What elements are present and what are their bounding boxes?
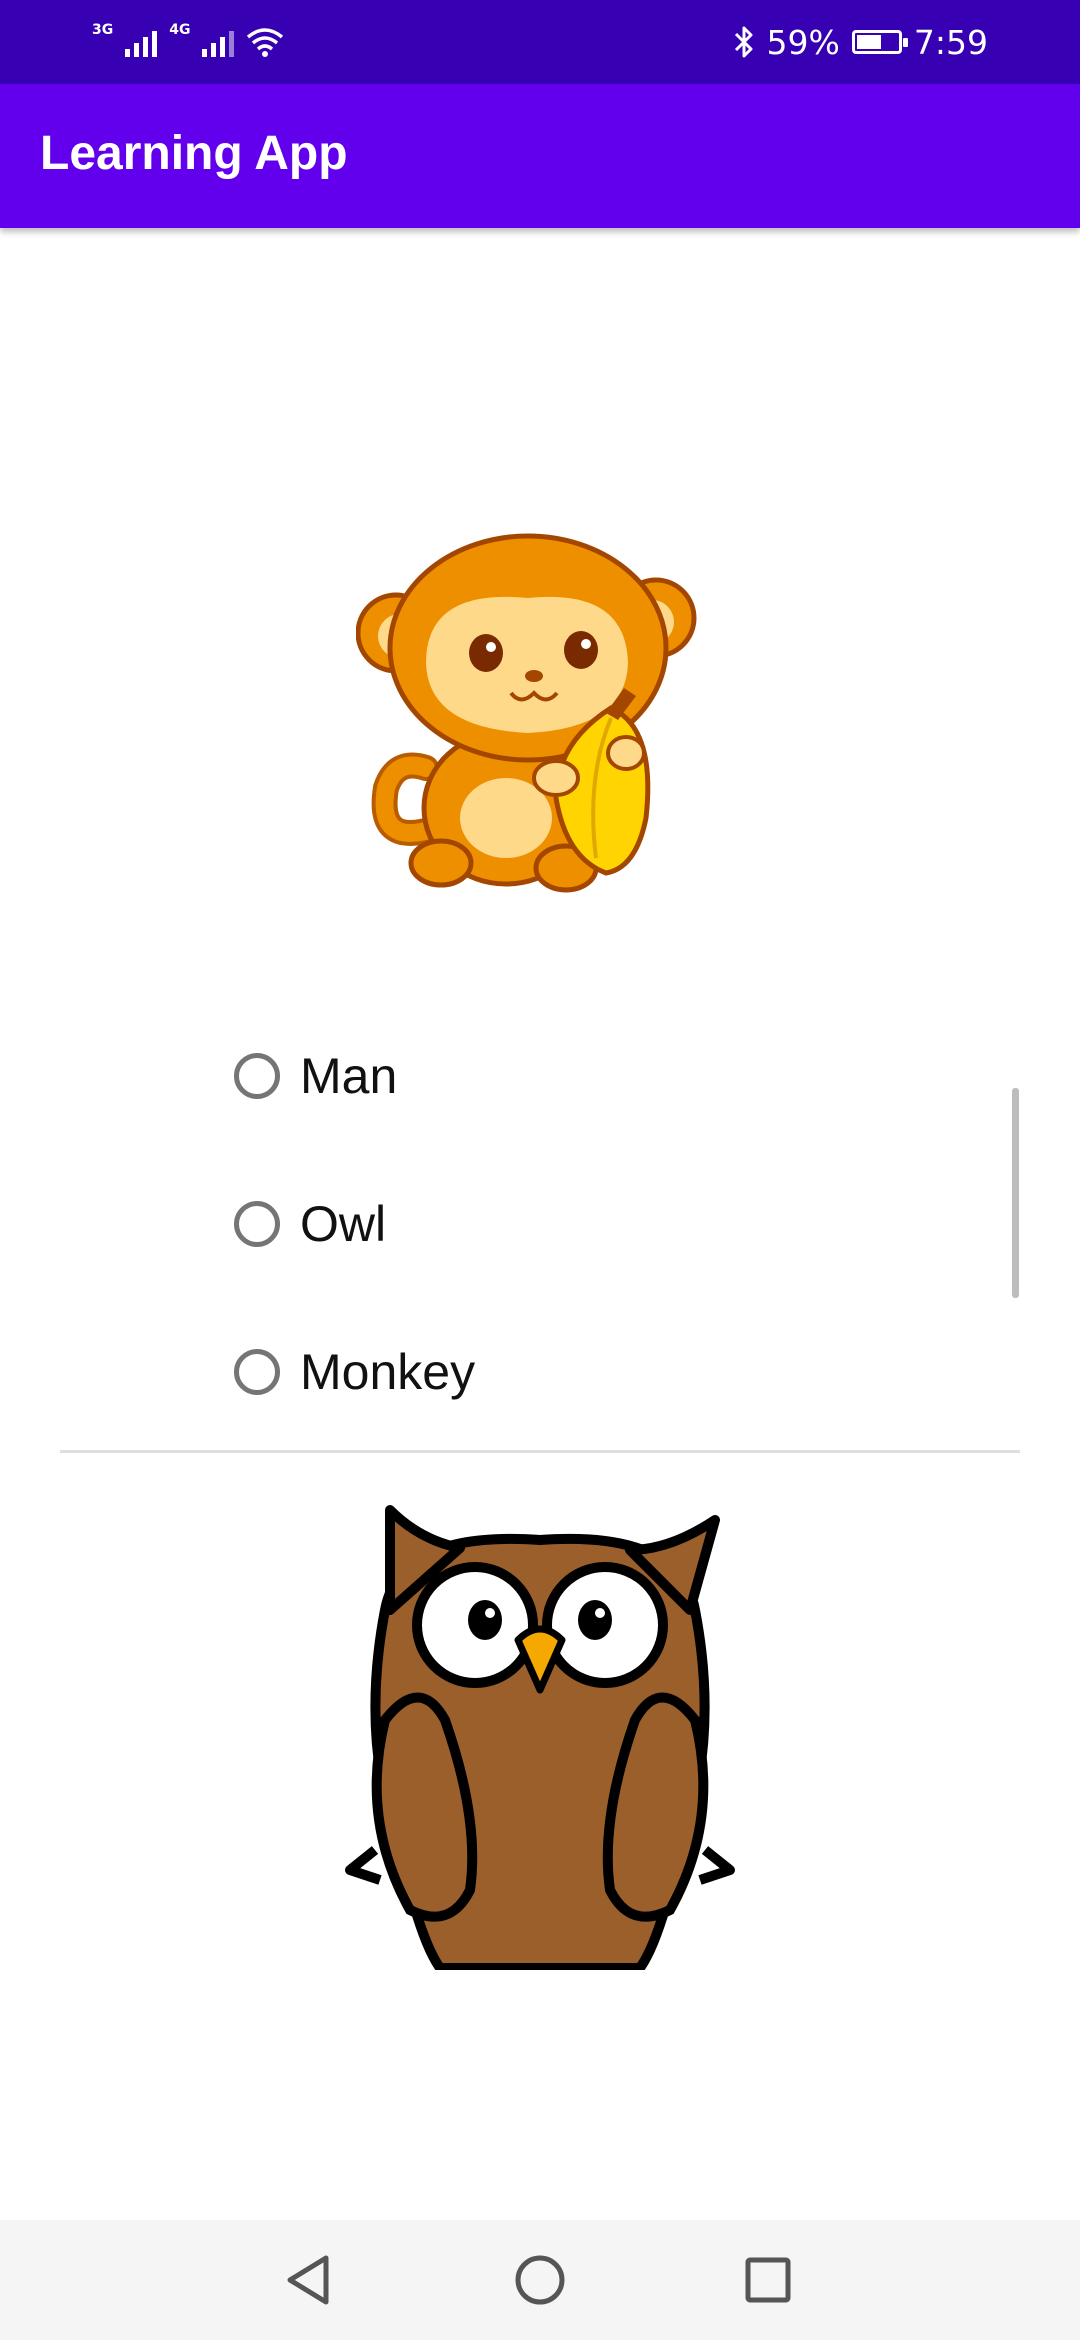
radio-label: Man: [300, 1048, 398, 1104]
bluetooth-icon: [734, 26, 753, 58]
scrollbar[interactable]: [1012, 1088, 1019, 1298]
radio-button[interactable]: [234, 1201, 280, 1247]
battery-level: [856, 35, 881, 49]
network-type-label: 4G: [169, 22, 191, 38]
signal-icon: [202, 27, 235, 57]
signal-icon: [125, 27, 158, 57]
network-type-label: 3G: [92, 22, 114, 38]
radio-label: Monkey: [300, 1344, 476, 1400]
home-button[interactable]: [510, 2250, 570, 2310]
radio-button[interactable]: [234, 1053, 280, 1099]
radio-option-monkey[interactable]: Monkey: [234, 1332, 475, 1412]
home-icon: [515, 2255, 565, 2305]
owl-image: [345, 1505, 735, 1970]
radio-option-owl[interactable]: Owl: [234, 1184, 386, 1264]
status-left: 3G 4G: [92, 20, 284, 64]
radio-option-man[interactable]: Man: [234, 1036, 397, 1116]
app-title: Learning App: [40, 127, 348, 180]
quiz-content[interactable]: Man Owl Monkey: [0, 228, 1080, 2220]
navigation-bar: [0, 2220, 1080, 2340]
back-icon: [287, 2255, 329, 2305]
radio-label: Owl: [300, 1196, 387, 1252]
status-bar: 3G 4G 59% 7:59: [0, 0, 1080, 84]
divider: [60, 1450, 1020, 1453]
recents-icon: [745, 2257, 791, 2303]
status-right: 59% 7:59: [733, 20, 988, 64]
radio-button[interactable]: [234, 1349, 280, 1395]
battery-percent: 59%: [766, 22, 840, 62]
clock: 7:59: [913, 22, 988, 62]
recents-button[interactable]: [738, 2250, 798, 2310]
app-bar: Learning App: [0, 84, 1080, 228]
battery-icon: [851, 30, 908, 54]
wifi-icon: [247, 28, 284, 57]
back-button[interactable]: [278, 2250, 338, 2310]
monkey-image: [356, 533, 697, 893]
